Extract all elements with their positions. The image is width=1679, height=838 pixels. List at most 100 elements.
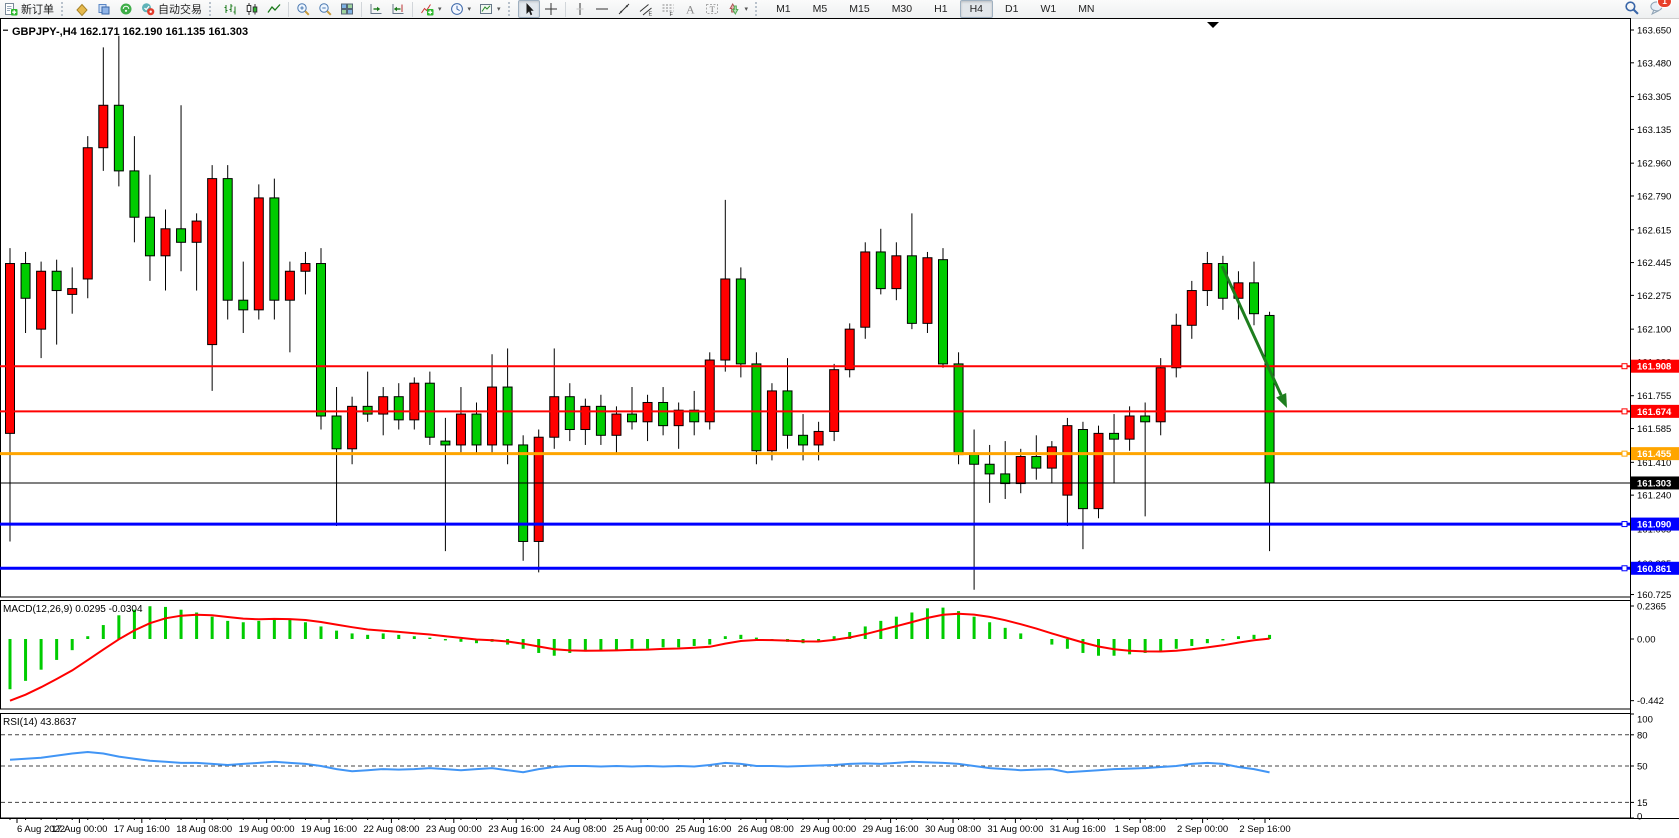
candle-body	[161, 229, 170, 256]
zoom-in-button[interactable]	[292, 0, 314, 18]
time-tick-label: 30 Aug 08:00	[925, 824, 981, 835]
rsi-tick-label: 50	[1637, 762, 1648, 773]
vertical-line-button[interactable]	[569, 0, 591, 18]
autotrading-button[interactable]: 自动交易	[137, 0, 206, 18]
time-tick-label: 2 Sep 16:00	[1239, 824, 1290, 835]
candle-body	[721, 279, 730, 360]
timeframe-button-h1[interactable]: H1	[924, 0, 957, 18]
timeframe-button-m15[interactable]: M15	[839, 0, 879, 18]
news-button[interactable]	[115, 0, 137, 18]
candle-body	[1156, 368, 1165, 422]
chart-canvas[interactable]: 163.650163.480163.305163.135162.960162.7…	[0, 18, 1679, 838]
candle-body	[1078, 430, 1087, 509]
hline-handle[interactable]	[1622, 409, 1627, 414]
market-watch-button[interactable]	[71, 0, 93, 18]
candle-body	[285, 271, 294, 300]
auto-scroll-icon	[369, 2, 383, 16]
candle-body	[565, 397, 574, 430]
candle-body	[783, 391, 792, 435]
svg-text:A: A	[686, 3, 695, 17]
price-tick-label: 162.100	[1637, 325, 1671, 336]
candle-body	[907, 256, 916, 324]
price-tick-label: 162.275	[1637, 291, 1671, 302]
text-label-button[interactable]: T	[701, 0, 723, 18]
symbol-menu-icon[interactable]	[3, 30, 8, 32]
rsi-tick-label: 15	[1637, 798, 1648, 809]
text-button[interactable]: A	[679, 0, 701, 18]
cursor-icon	[522, 2, 536, 16]
text-label-icon: T	[705, 2, 719, 16]
hline-handle[interactable]	[1622, 451, 1627, 456]
new-order-button[interactable]: 新订单	[0, 0, 58, 18]
cursor-button[interactable]	[518, 0, 540, 18]
price-badge-label: 161.455	[1637, 449, 1672, 460]
arrows-icon	[727, 2, 741, 16]
candle-body	[301, 264, 310, 272]
periods-button[interactable]: ▾	[446, 0, 476, 18]
candle-body	[612, 414, 621, 435]
auto-scroll-button[interactable]	[365, 0, 387, 18]
hline-handle[interactable]	[1622, 566, 1627, 571]
price-tick-label: 162.790	[1637, 191, 1671, 202]
search-icon[interactable]	[1624, 0, 1639, 18]
candle-body	[239, 300, 248, 310]
navigator-button[interactable]	[93, 0, 115, 18]
time-tick-label: 2 Sep 00:00	[1177, 824, 1228, 835]
candle-body	[317, 264, 326, 416]
tile-windows-icon	[340, 2, 354, 16]
candle-body	[348, 406, 357, 448]
zoom-out-button[interactable]	[314, 0, 336, 18]
candle-body	[177, 229, 186, 243]
horizontal-line-button[interactable]	[591, 0, 613, 18]
horizontal-line-icon	[595, 2, 609, 16]
candle-body	[736, 279, 745, 364]
arrows-button[interactable]: ▾	[723, 0, 753, 18]
trendline-button[interactable]	[613, 0, 635, 18]
timeframe-button-h4[interactable]: H4	[960, 0, 993, 18]
candle-body	[332, 416, 341, 449]
chart-shift-button[interactable]	[387, 0, 409, 18]
time-tick-label: 29 Aug 16:00	[863, 824, 919, 835]
timeframe-button-d1[interactable]: D1	[995, 0, 1028, 18]
timeframe-button-m30[interactable]: M30	[882, 0, 922, 18]
candle-body	[130, 171, 139, 217]
bar-chart-button[interactable]	[219, 0, 241, 18]
price-tick-label: 161.585	[1637, 424, 1671, 435]
timeframe-button-m5[interactable]: M5	[803, 0, 838, 18]
candle-body	[550, 397, 559, 438]
candle-body	[674, 410, 683, 425]
candle-body	[1265, 315, 1274, 483]
time-tick-label: 1 Sep 08:00	[1115, 824, 1166, 835]
timeframe-button-w1[interactable]: W1	[1030, 0, 1066, 18]
tile-windows-button[interactable]	[336, 0, 358, 18]
candlestick-chart-button[interactable]	[241, 0, 263, 18]
macd-axis: 0.23650.00-0.442	[1630, 602, 1666, 708]
indicators-button[interactable]: ▾	[416, 0, 446, 18]
candle-body	[270, 198, 279, 300]
chat-icon[interactable]: 1	[1649, 0, 1665, 18]
timeframe-button-mn[interactable]: MN	[1068, 0, 1104, 18]
equidistant-channel-button[interactable]: E	[635, 0, 657, 18]
hline-handle[interactable]	[1622, 522, 1627, 527]
toolbar-separator	[565, 2, 566, 17]
hline-handle[interactable]	[1622, 364, 1627, 369]
time-tick-label: 24 Aug 08:00	[551, 824, 607, 835]
time-tick-label: 23 Aug 00:00	[426, 824, 482, 835]
templates-button[interactable]: ▾	[475, 0, 505, 18]
candle-body	[503, 387, 512, 445]
line-chart-button[interactable]	[263, 0, 285, 18]
fibonacci-button[interactable]: F	[657, 0, 679, 18]
price-tick-label: 160.725	[1637, 590, 1671, 601]
time-tick-label: 26 Aug 08:00	[738, 824, 794, 835]
templates-icon	[479, 2, 493, 16]
timeframe-button-m1[interactable]: M1	[766, 0, 801, 18]
candle-body	[208, 179, 217, 345]
candle-body	[1250, 283, 1259, 314]
new-order-icon	[4, 2, 18, 16]
time-tick-label: 29 Aug 00:00	[800, 824, 856, 835]
crosshair-button[interactable]	[540, 0, 562, 18]
candle-body	[192, 221, 201, 242]
candle-body	[394, 397, 403, 420]
crosshair-icon	[544, 2, 558, 16]
candle-body	[1110, 433, 1119, 439]
